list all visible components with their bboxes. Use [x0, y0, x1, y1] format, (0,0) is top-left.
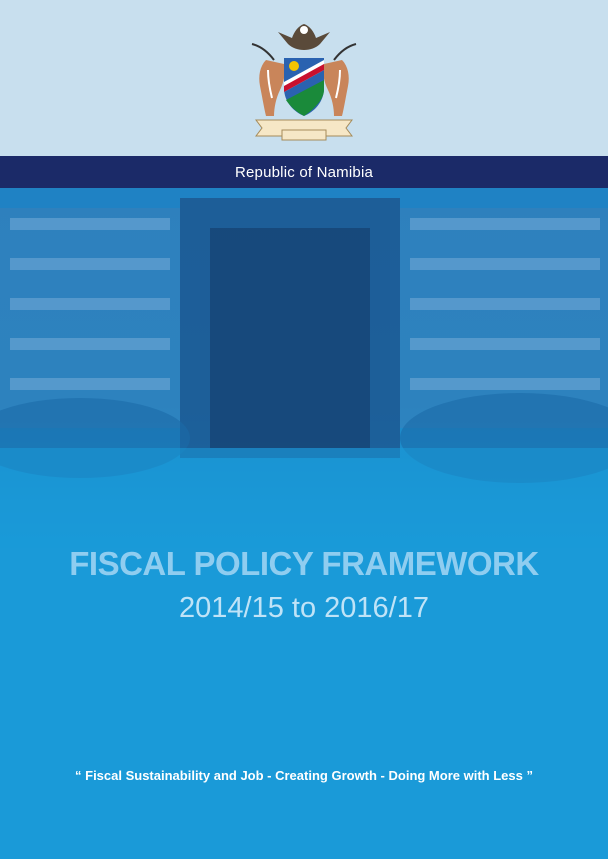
document-motto: “ Fiscal Sustainability and Job - Creati… — [75, 768, 533, 783]
country-banner: Republic of Namibia — [0, 156, 608, 188]
coat-of-arms-icon — [251, 24, 357, 141]
building-photo — [0, 188, 608, 548]
building-illustration — [0, 198, 608, 548]
country-name: Republic of Namibia — [234, 163, 374, 181]
document-title: FISCAL POLICY FRAMEWORK — [69, 545, 539, 582]
header-band — [0, 0, 608, 156]
document-period: 2014/15 to 2016/17 — [179, 592, 429, 624]
